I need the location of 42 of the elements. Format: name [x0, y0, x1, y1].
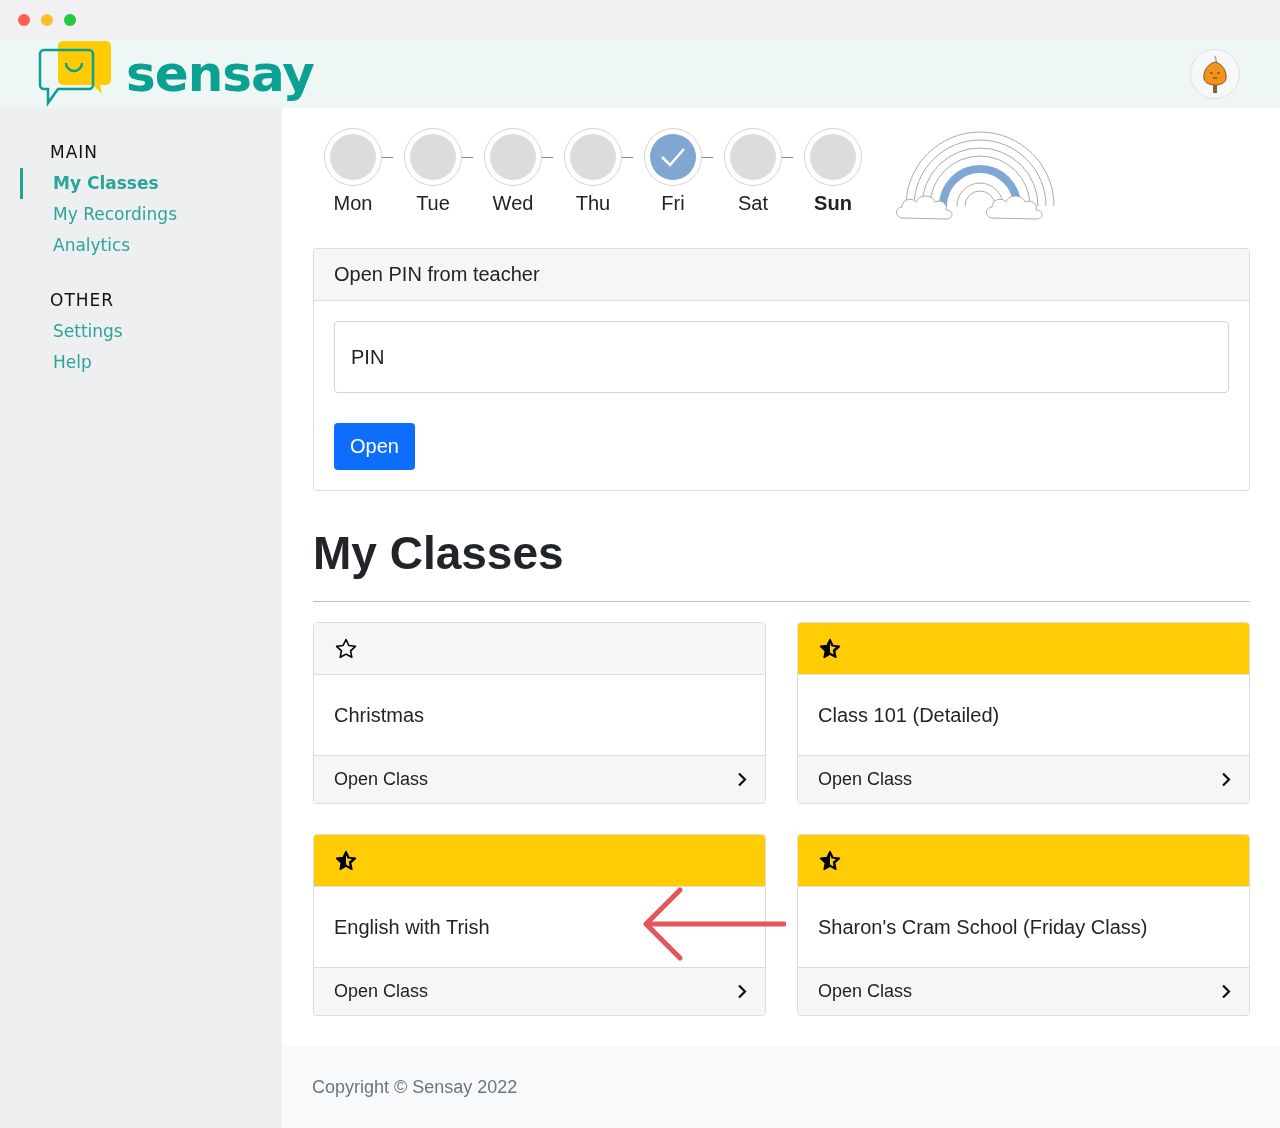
class-name: English with Trish: [334, 915, 490, 939]
star-icon[interactable]: [335, 850, 357, 871]
sidebar-link[interactable]: My Recordings: [20, 199, 177, 230]
section-heading: MAIN: [50, 142, 99, 162]
star-icon[interactable]: [819, 638, 841, 659]
sidebar-link[interactable]: My Classes: [20, 168, 159, 199]
chat-bubbles-icon: [38, 41, 112, 107]
sidebar-link[interactable]: Help: [20, 347, 92, 378]
chevron-right-icon: [737, 772, 747, 787]
open-class-link[interactable]: Open Class: [798, 968, 1249, 1015]
acorn-character-icon: [1201, 54, 1229, 94]
day-label: Fri: [661, 192, 685, 215]
day-label: Sat: [738, 192, 768, 215]
chevron-right-icon: [737, 984, 747, 999]
day-label: Mon: [333, 192, 373, 215]
day-label: Thu: [575, 192, 611, 215]
class-name: Christmas: [334, 703, 424, 727]
open-button[interactable]: Open: [334, 423, 415, 470]
logo-text: sensay: [126, 49, 314, 99]
open-class-link[interactable]: Open Class: [314, 968, 765, 1015]
sidebar-link[interactable]: Settings: [20, 316, 123, 347]
chevron-right-icon: [1221, 984, 1231, 999]
close-window-dot[interactable]: [18, 14, 30, 26]
avatar-button[interactable]: [1190, 49, 1240, 99]
minimize-window-dot[interactable]: [41, 14, 53, 26]
class-name: Class 101 (Detailed): [818, 703, 1000, 727]
day-label: Tue: [416, 192, 450, 215]
sidebar-link[interactable]: Analytics: [20, 230, 131, 261]
open-class-link[interactable]: Open Class: [798, 756, 1249, 803]
page-heading: My Classes: [313, 526, 564, 581]
day-label: Sun: [814, 192, 852, 215]
copyright-text: Copyright © Sensay 2022: [312, 1076, 518, 1098]
class-name: Sharon's Cram School (Friday Class): [818, 915, 1148, 939]
pin-input-field[interactable]: PIN: [334, 321, 1229, 393]
chevron-right-icon: [1221, 772, 1231, 787]
card-title: Open PIN from teacher: [334, 263, 540, 286]
open-class-link[interactable]: Open Class: [314, 756, 765, 803]
section-heading: OTHER: [50, 290, 115, 310]
star-icon[interactable]: [335, 638, 357, 659]
star-icon[interactable]: [819, 850, 841, 871]
maximize-window-dot[interactable]: [64, 14, 76, 26]
day-label: Wed: [492, 192, 534, 215]
